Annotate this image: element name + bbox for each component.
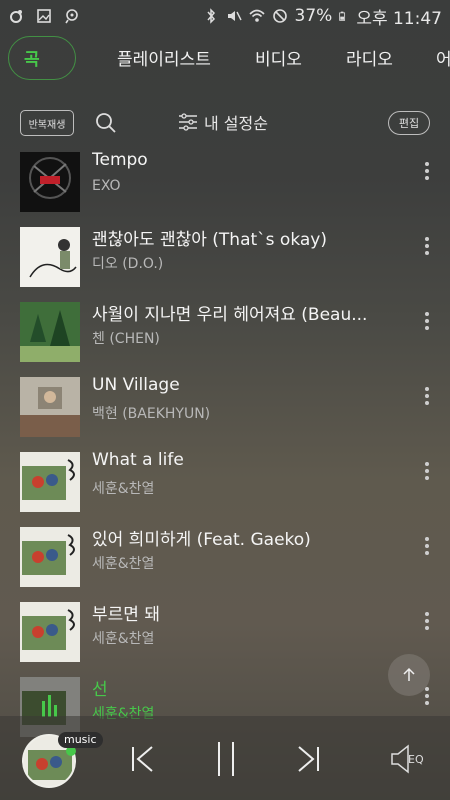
do-not-disturb-icon	[272, 9, 287, 23]
album-art	[20, 152, 80, 212]
filter-icon	[179, 113, 197, 131]
song-row[interactable]: UN Village 백현 (BAEKHYUN)	[0, 369, 450, 444]
tab-radio[interactable]: 라디오	[346, 45, 393, 70]
song-artist: 디오 (D.O.)	[92, 256, 164, 272]
clock: 오후 11:47	[356, 8, 442, 29]
song-artist: EXO	[92, 178, 121, 194]
previous-icon[interactable]	[128, 744, 158, 774]
list-toolbar: 반복재생 내 설정순 편집	[0, 100, 450, 144]
song-artist: 첸 (CHEN)	[92, 331, 160, 347]
gallery-icon	[37, 9, 51, 23]
active-tab-indicator	[8, 36, 76, 80]
scroll-to-top-button[interactable]	[388, 654, 430, 696]
tab-video[interactable]: 비디오	[255, 45, 302, 70]
album-art	[20, 602, 80, 662]
album-art	[20, 452, 80, 512]
battery-percent: 37%	[294, 6, 333, 26]
song-artist: 세훈&찬열	[92, 556, 155, 572]
edit-button[interactable]: 편집	[388, 111, 430, 135]
tab-songs[interactable]: 곡	[24, 45, 40, 70]
category-tabs: 곡 플레이리스트 비디오 라디오 어	[0, 32, 450, 84]
tab-more-clipped[interactable]: 어	[436, 45, 450, 70]
assistant-icon	[65, 9, 78, 24]
mute-icon	[227, 11, 242, 21]
mini-player: music EQ	[0, 716, 450, 800]
more-options-icon[interactable]	[420, 160, 434, 182]
song-row[interactable]: 부르면 돼 세훈&찬열	[0, 594, 450, 669]
song-row[interactable]: What a life 세훈&찬열	[0, 444, 450, 519]
sort-label: 내 설정순	[204, 114, 268, 133]
battery-icon	[339, 11, 346, 21]
song-row[interactable]: Tempo EXO	[0, 144, 450, 219]
song-artist: 세훈&찬열	[92, 631, 155, 647]
bluetooth-icon	[206, 8, 215, 24]
eq-button[interactable]: EQ	[408, 753, 424, 766]
album-art	[20, 377, 80, 437]
sort-button[interactable]: 내 설정순	[178, 110, 268, 134]
music-badge: music	[58, 732, 103, 748]
search-icon[interactable]	[95, 112, 117, 134]
pause-icon[interactable]	[213, 740, 239, 778]
song-title: 있어 희미하게 (Feat. Gaeko)	[92, 530, 311, 550]
more-options-icon[interactable]	[420, 235, 434, 257]
album-art	[20, 227, 80, 287]
song-row[interactable]: 괜찮아도 괜찮아 (That`s okay) 디오 (D.O.)	[0, 219, 450, 294]
song-title: UN Village	[92, 375, 180, 395]
album-art	[20, 302, 80, 362]
next-icon[interactable]	[293, 744, 323, 774]
tab-playlists[interactable]: 플레이리스트	[117, 45, 211, 70]
repeat-button[interactable]: 반복재생	[20, 110, 74, 136]
album-art	[20, 527, 80, 587]
more-options-icon[interactable]	[420, 385, 434, 407]
song-row[interactable]: 사월이 지나면 우리 헤어져요 (Beau... 첸 (CHEN)	[0, 294, 450, 369]
status-bar: 37% 오후 11:47	[0, 0, 450, 32]
sync-icon	[10, 10, 22, 23]
song-title: Tempo	[92, 150, 148, 170]
wifi-icon	[248, 9, 265, 22]
more-options-icon[interactable]	[420, 460, 434, 482]
arrow-up-icon	[403, 667, 415, 681]
song-title: 괜찮아도 괜찮아 (That`s okay)	[92, 230, 327, 250]
song-artist: 세훈&찬열	[92, 481, 155, 497]
song-title: 부르면 돼	[92, 605, 160, 625]
song-title: What a life	[92, 450, 184, 470]
song-row[interactable]: 있어 희미하게 (Feat. Gaeko) 세훈&찬열	[0, 519, 450, 594]
more-options-icon[interactable]	[420, 610, 434, 632]
song-title: 선	[92, 680, 108, 700]
more-options-icon[interactable]	[420, 310, 434, 332]
song-artist: 백현 (BAEKHYUN)	[92, 406, 211, 422]
song-title: 사월이 지나면 우리 헤어져요 (Beau...	[92, 305, 368, 325]
more-options-icon[interactable]	[420, 535, 434, 557]
